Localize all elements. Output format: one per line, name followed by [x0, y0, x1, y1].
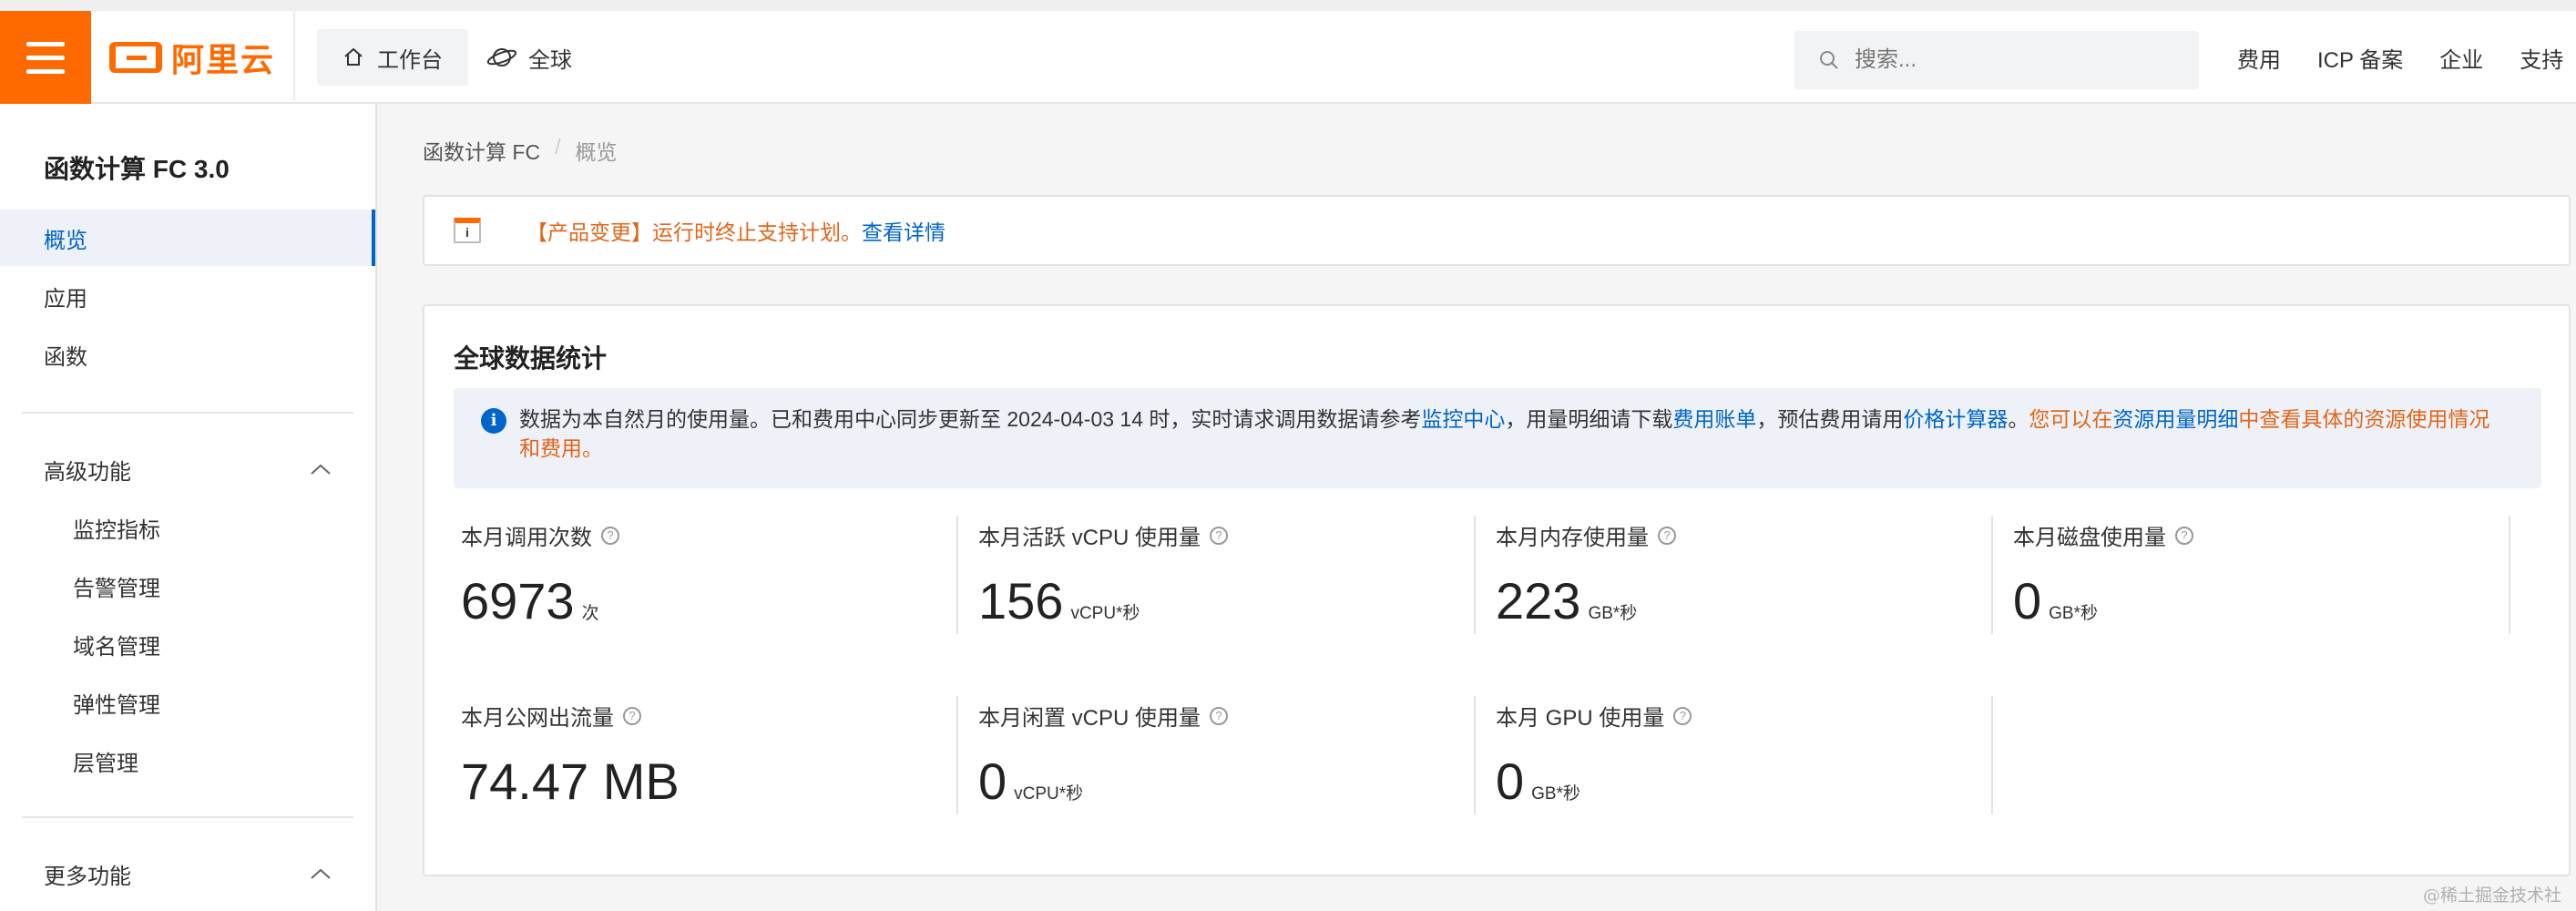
sidebar-item-apps[interactable]: 应用	[0, 268, 375, 324]
stat-unit: GB*秒	[1531, 784, 1581, 804]
sidebar-item-functions[interactable]: 函数	[0, 326, 375, 383]
breadcrumb-root[interactable]: 函数计算 FC	[423, 135, 540, 166]
help-icon[interactable]: ?	[1673, 706, 1692, 725]
sidebar-group-more-label: 更多功能	[44, 864, 131, 889]
nav-workbench-label: 工作台	[377, 47, 443, 73]
info-box: i 数据为本自然月的使用量。已和费用中心同步更新至 2024-04-03 14 …	[454, 388, 2541, 488]
stat-value: 6973	[461, 572, 575, 630]
sidebar: 函数计算 FC 3.0 概览 应用 函数 高级功能 监控指标 告警管理 域名管理…	[0, 104, 377, 911]
stat-value: 156	[978, 572, 1064, 630]
logo[interactable]: 阿里云	[91, 11, 295, 104]
nav-global[interactable]: 全球	[486, 29, 572, 86]
nav-workbench[interactable]: 工作台	[317, 29, 468, 86]
stat-label: 本月内存使用量	[1496, 526, 1649, 550]
stat-label: 本月磁盘使用量	[2013, 526, 2166, 550]
billing-statement-link[interactable]: 费用账单	[1672, 407, 1756, 431]
chevron-up-icon	[311, 464, 331, 475]
stat-unit: 次	[581, 604, 599, 623]
stat-idle-vcpu: 本月闲置 vCPU 使用量? 0 vCPU*秒	[960, 696, 1476, 814]
monitoring-center-link[interactable]: 监控中心	[1421, 407, 1505, 431]
stat-label: 本月 GPU 使用量	[1496, 706, 1665, 731]
stat-memory: 本月内存使用量? 223 GB*秒	[1477, 516, 1993, 634]
chevron-up-icon	[311, 868, 331, 879]
sidebar-item-layers[interactable]: 层管理	[0, 732, 375, 789]
card-title: 全球数据统计	[454, 344, 608, 373]
link-support[interactable]: 支持	[2520, 42, 2563, 74]
link-icp[interactable]: ICP 备案	[2317, 42, 2403, 74]
stat-label: 本月闲置 vCPU 使用量	[978, 706, 1201, 731]
search-box[interactable]	[1794, 31, 2199, 89]
stat-active-vcpu: 本月活跃 vCPU 使用量? 156 vCPU*秒	[960, 516, 1476, 634]
price-calculator-link[interactable]: 价格计算器	[1903, 407, 2008, 431]
logo-text: 阿里云	[170, 41, 275, 78]
search-icon	[1820, 51, 1838, 69]
watermark: @稀土掘金技术社区	[2423, 885, 2562, 911]
link-billing[interactable]: 费用	[2237, 42, 2281, 74]
help-icon[interactable]: ?	[2175, 526, 2193, 545]
notice-calendar-icon: i	[454, 218, 481, 243]
global-stats-card: 全球数据统计 i 数据为本自然月的使用量。已和费用中心同步更新至 2024-04…	[423, 304, 2571, 876]
top-bar: 阿里云 工作台 全球 费用 ICP 备案 企业 支持	[0, 0, 2576, 104]
info-text: ，用量明细请下载	[1505, 407, 1673, 431]
stat-invocations: 本月调用次数? 6973 次	[443, 516, 958, 634]
stat-unit: vCPU*秒	[1070, 604, 1140, 623]
stat-egress: 本月公网出流量? 74.47 MB	[443, 696, 958, 814]
sidebar-item-alerts[interactable]: 告警管理	[0, 558, 375, 614]
sidebar-item-scaling[interactable]: 弹性管理	[0, 674, 375, 731]
notice-details-link[interactable]: 查看详情	[862, 215, 946, 246]
link-enterprise[interactable]: 企业	[2439, 42, 2483, 74]
stat-disk: 本月磁盘使用量? 0 GB*秒	[1995, 516, 2510, 634]
stat-label: 本月调用次数	[461, 526, 592, 550]
info-text: 数据为本自然月的使用量。已和费用中心同步更新至 2024-04-03 14 时，…	[519, 407, 1422, 431]
help-icon[interactable]: ?	[623, 706, 641, 725]
sidebar-group-advanced-label: 高级功能	[44, 459, 131, 485]
stat-value: 0	[2013, 572, 2042, 630]
help-icon[interactable]: ?	[1210, 706, 1229, 725]
help-icon[interactable]: ?	[1658, 526, 1676, 545]
sidebar-divider	[22, 816, 353, 818]
sidebar-divider	[22, 412, 353, 414]
menu-icon[interactable]	[0, 11, 91, 104]
info-text: 。	[2008, 407, 2029, 431]
sidebar-item-domains[interactable]: 域名管理	[0, 616, 375, 672]
stat-gpu: 本月 GPU 使用量? 0 GB*秒	[1477, 696, 1993, 814]
search-input[interactable]	[1855, 47, 2182, 73]
notice-text: 【产品变更】运行时终止支持计划。	[526, 220, 862, 244]
info-warning-text: 您可以在	[2029, 407, 2113, 431]
stat-unit: vCPU*秒	[1014, 784, 1084, 804]
breadcrumb: 函数计算 FC / 概览	[423, 135, 617, 166]
help-icon[interactable]: ?	[601, 526, 619, 545]
help-icon[interactable]: ?	[1210, 526, 1229, 545]
breadcrumb-current: 概览	[575, 140, 618, 164]
stat-unit: GB*秒	[1588, 604, 1638, 623]
stat-value: 223	[1496, 572, 1581, 630]
resource-usage-link[interactable]: 资源用量明细	[2112, 407, 2238, 431]
sidebar-title: 函数计算 FC 3.0	[44, 155, 230, 183]
info-text: ，预估费用请用	[1756, 407, 1904, 431]
sidebar-group-more[interactable]: 更多功能	[0, 845, 375, 902]
stat-value: 74.47 MB	[461, 752, 680, 810]
stat-label: 本月公网出流量	[461, 706, 614, 731]
stat-value: 0	[978, 752, 1007, 810]
logo-mark-icon	[108, 42, 162, 73]
sidebar-item-overview[interactable]: 概览	[0, 210, 375, 266]
home-icon	[344, 47, 363, 66]
nav-global-label: 全球	[528, 47, 572, 73]
sidebar-group-advanced[interactable]: 高级功能	[0, 441, 375, 497]
stat-unit: GB*秒	[2049, 604, 2099, 623]
stat-value: 0	[1496, 752, 1525, 810]
sidebar-item-monitoring[interactable]: 监控指标	[0, 499, 375, 556]
breadcrumb-separator: /	[555, 135, 561, 159]
stat-label: 本月活跃 vCPU 使用量	[978, 526, 1201, 550]
top-links: 费用 ICP 备案 企业 支持	[2237, 29, 2576, 86]
globe-icon	[486, 48, 517, 67]
notice-banner: i 【产品变更】运行时终止支持计划。 查看详情	[423, 195, 2571, 266]
info-icon: i	[481, 408, 506, 434]
